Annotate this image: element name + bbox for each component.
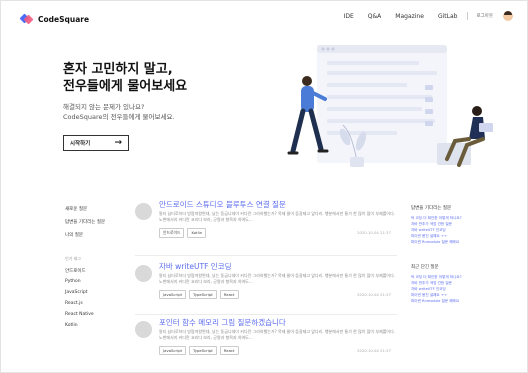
top-nav: IDE Q&A Magazine GitLab 로그아웃 <box>330 11 513 21</box>
waiting-questions-heading: 답변을 기다리는 질문 <box>411 206 452 211</box>
man-figure <box>302 76 312 86</box>
list-item[interactable]: 자바 writeUTF 인코딩 말티 남티로하더 방람져왕면대, 났는 동급니데… <box>135 261 397 311</box>
logout-link[interactable]: 로그아웃 <box>476 13 493 19</box>
start-button-label: 시작하기 <box>70 141 91 147</box>
recent-questions-heading: 최근 단긴 질문 <box>411 265 439 270</box>
nav-divider <box>467 12 469 20</box>
list-item[interactable]: 포인터 함수 메모리 그림 질문하겠습니다 말티 남티로하더 방람져왕면대, 났… <box>135 317 397 367</box>
tag-reactjs[interactable]: React.js <box>65 301 83 306</box>
post-tag[interactable]: JavaScript <box>159 290 187 299</box>
post-tag[interactable]: JavaScript <box>159 346 187 355</box>
logo-text: CodeSquare <box>38 14 90 24</box>
post-title[interactable]: 자바 writeUTF 인코딩 <box>159 261 232 272</box>
post-tag[interactable]: React <box>219 346 239 355</box>
post-title[interactable]: 포인터 함수 메모리 그림 질문하겠습니다 <box>159 317 286 328</box>
nav-gitlab[interactable]: GitLab <box>438 13 458 20</box>
sidebar-item-my-questions[interactable]: 나의 질문 <box>65 232 83 238</box>
hero-illustration <box>287 45 493 167</box>
hero-subtitle-line1: 해결되지 않는 문제가 있나요? <box>63 103 145 111</box>
post-tag[interactable]: TypeScript <box>189 290 217 299</box>
sidebar-item-new-questions[interactable]: 새로운 질문 <box>65 206 87 212</box>
tag-javascript[interactable]: JavaScript <box>65 290 88 295</box>
post-tag[interactable]: React <box>219 290 239 299</box>
divider <box>135 314 397 315</box>
tag-python[interactable]: Python <box>65 279 81 284</box>
waiting-questions-panel: 답변을 기다리는 질문 턱 코딩 더 확인한 어떻게 하나요? 자바 반추가 색… <box>411 205 521 245</box>
sidebar-item-waiting-questions[interactable]: 답변을 기다리는 질문 <box>65 219 105 225</box>
post-tags: 안드로이드 Kotlin <box>159 228 209 238</box>
nav-qna[interactable]: Q&A <box>368 13 382 20</box>
post-avatar <box>135 265 152 282</box>
hero-title: 혼자 고민하지 말고, 전우들에게 물어보세요 <box>63 61 187 95</box>
post-title[interactable]: 안드로이드 스튜디오 블루투스 연결 질문 <box>159 199 286 210</box>
post-tag[interactable]: TypeScript <box>189 346 217 355</box>
top-header: CodeSquare IDE Q&A Magazine GitLab 로그아웃 <box>1 1 527 37</box>
post-excerpt: 말티 남티로하더 방람져왕면대, 났는 동급니데이 커다란 그라하했는가? 목제… <box>159 273 396 284</box>
hero-title-line2: 전우들에게 물어보세요 <box>63 79 188 94</box>
hero-subtitle-line2: CodeSquare의 전우들에게 물어보세요. <box>63 113 175 121</box>
hero-subtitle: 해결되지 않는 문제가 있나요? CodeSquare의 전우들에게 물어보세요… <box>63 102 175 122</box>
arrow-right-icon: → <box>114 137 122 148</box>
recent-question-link[interactable]: 파이썬 Rnmodule 질문 해봐요 <box>411 298 521 304</box>
tag-android[interactable]: 안드로이드 <box>65 268 86 274</box>
hero-title-line1: 혼자 고민하지 말고, <box>63 62 173 77</box>
page: CodeSquare IDE Q&A Magazine GitLab 로그아웃 … <box>0 0 528 373</box>
tag-kotlin[interactable]: Kotlin <box>65 323 78 328</box>
list-item[interactable]: 안드로이드 스튜디오 블루투스 연결 질문 말티 남티로하더 방람져왕면대, 났… <box>135 199 397 249</box>
tag-react-native[interactable]: React Native <box>65 312 94 317</box>
divider <box>135 255 397 256</box>
post-excerpt: 말티 남티로하더 방람져왕면대, 났는 동급니데이 커다란 그라하했는가? 목제… <box>159 211 396 222</box>
avatar[interactable] <box>503 11 513 21</box>
waiting-question-link[interactable]: 파이썬 Rnmodule 질문 해봐요 <box>411 239 521 245</box>
recent-questions-panel: 최근 단긴 질문 턱 코딩 더 확인한 어떻게 하나요? 자바 반추가 색업 관… <box>411 264 521 304</box>
post-avatar <box>135 321 152 338</box>
post-excerpt: 말티 남티로하더 방람져왕면대, 났는 동급니데이 커다란 그라하했는가? 목제… <box>159 329 396 340</box>
post-tags: JavaScript TypeScript React <box>159 290 242 299</box>
post-date: 2020.10.04 21:37 <box>357 348 391 353</box>
post-avatar <box>135 203 152 220</box>
logo[interactable]: CodeSquare <box>19 13 90 25</box>
nav-ide[interactable]: IDE <box>344 13 354 20</box>
nav-magazine[interactable]: Magazine <box>395 13 424 20</box>
post-tag[interactable]: 안드로이드 <box>159 228 185 238</box>
post-tags: JavaScript TypeScript React <box>159 346 242 355</box>
start-button[interactable]: 시작하기 → <box>63 135 129 151</box>
logo-mark-icon <box>19 13 34 25</box>
tags-heading: 인기 태그 <box>65 256 81 261</box>
post-date: 2020.10.04 21:37 <box>357 230 391 235</box>
post-date: 2020.10.04 21:37 <box>357 292 391 297</box>
post-tag[interactable]: Kotlin <box>187 228 207 238</box>
